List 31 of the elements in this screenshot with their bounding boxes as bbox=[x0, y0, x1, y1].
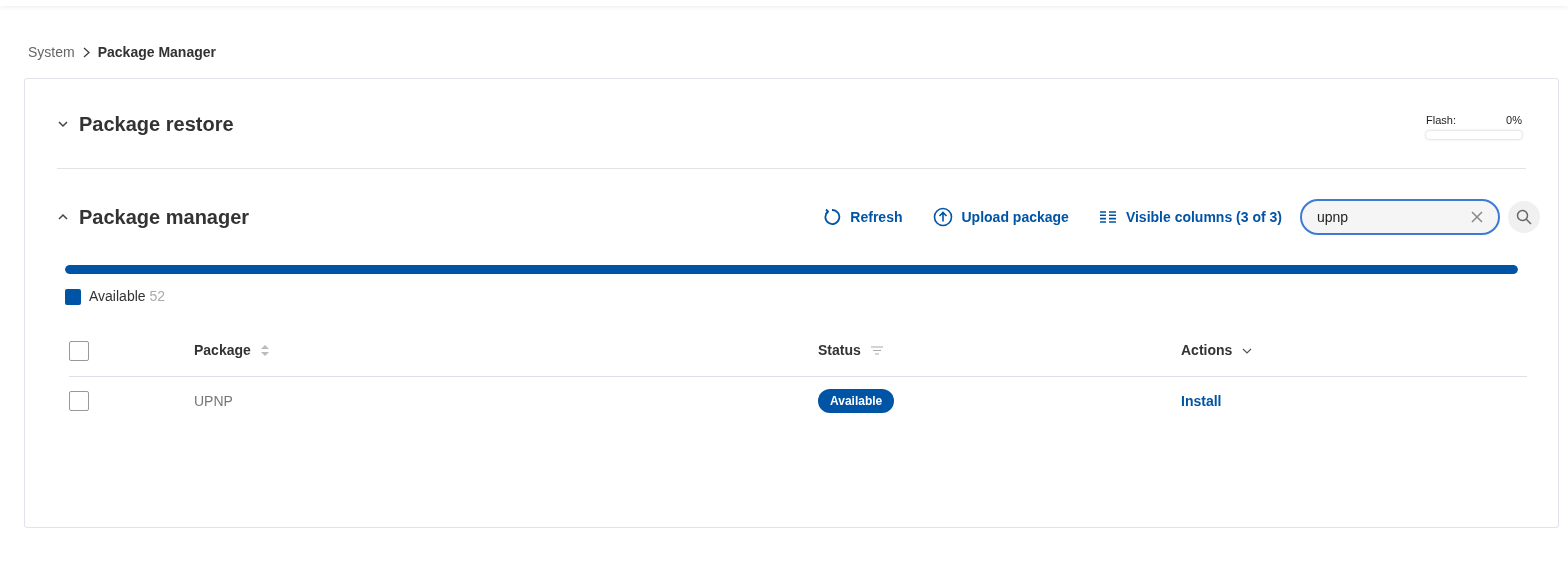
toolbar-button[interactable]: Visible columns (3 of 3) bbox=[1098, 206, 1282, 228]
columns-icon bbox=[1098, 210, 1117, 224]
flash-reading: 0% bbox=[1506, 113, 1522, 129]
column-header[interactable]: Actions bbox=[1181, 340, 1233, 361]
toolbar-button[interactable]: Refresh bbox=[823, 206, 903, 228]
caret-icon[interactable] bbox=[1242, 347, 1253, 354]
search-box[interactable]: upnp bbox=[1300, 199, 1500, 235]
sort-icon[interactable] bbox=[260, 345, 269, 356]
section-title[interactable]: Package manager bbox=[79, 202, 250, 232]
package-name: UPNP bbox=[194, 391, 234, 411]
breadcrumb-item[interactable]: System bbox=[28, 42, 75, 63]
search-button[interactable] bbox=[1508, 201, 1540, 233]
search-input[interactable]: upnp bbox=[1317, 206, 1471, 228]
row-checkbox[interactable] bbox=[69, 391, 89, 411]
search-icon bbox=[1516, 209, 1532, 225]
column-header[interactable]: Status bbox=[818, 340, 861, 361]
chevron-right-icon bbox=[82, 47, 90, 58]
status-badge: Available bbox=[818, 389, 895, 413]
upload-icon bbox=[932, 207, 953, 227]
flash-label: Flash: bbox=[1426, 113, 1456, 129]
breadcrumb-item: Package Manager bbox=[97, 43, 216, 62]
legend-label: Available bbox=[89, 287, 146, 306]
toolbar-button[interactable]: Upload package bbox=[932, 206, 1069, 228]
section-title[interactable]: Package restore bbox=[79, 108, 234, 139]
column-header[interactable]: Package bbox=[194, 340, 251, 361]
filter-icon[interactable] bbox=[870, 346, 883, 355]
refresh-icon bbox=[823, 208, 842, 226]
install-link[interactable]: Install bbox=[1181, 392, 1222, 409]
legend-count: 52 bbox=[149, 287, 166, 306]
clear-icon[interactable] bbox=[1471, 211, 1483, 223]
select-all-checkbox[interactable] bbox=[69, 340, 89, 361]
